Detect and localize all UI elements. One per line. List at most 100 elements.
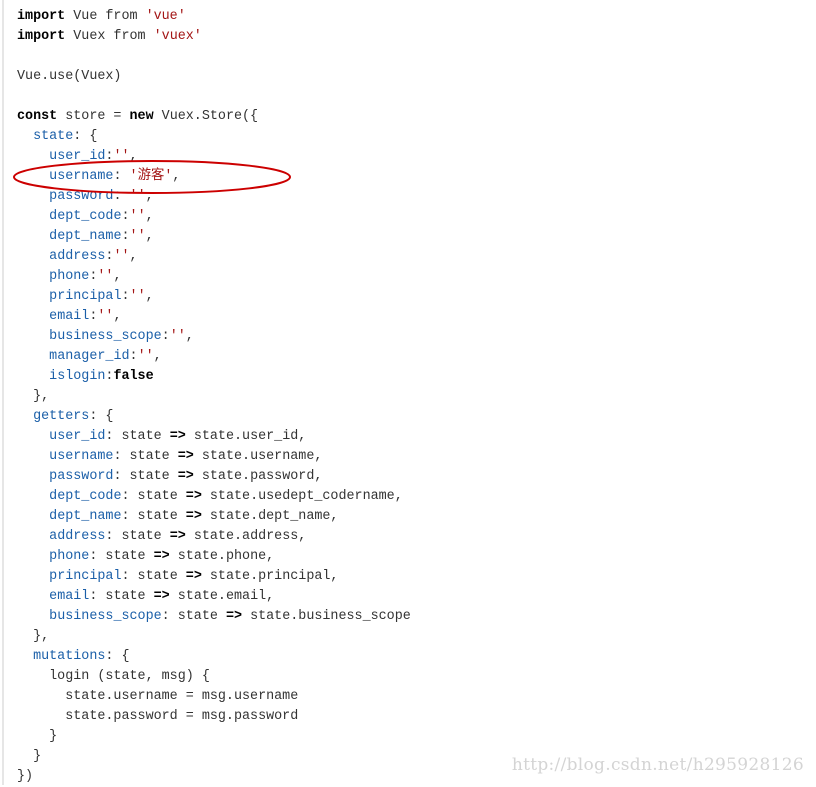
code-line: manager_id:'',: [17, 347, 411, 367]
code-token-plain: : state: [113, 449, 178, 464]
code-token-plain: state.usedept_codername,: [201, 489, 403, 504]
code-token-plain: }: [17, 729, 58, 744]
code-line: username: '游客',: [17, 167, 411, 187]
code-token-plain: ,: [113, 309, 122, 324]
code-token-str: '': [97, 309, 114, 324]
code-token-plain: state.username,: [193, 449, 323, 464]
code-token-plain: Vue from: [65, 9, 146, 24]
code-token-plain: ,: [185, 329, 194, 344]
code-token-plain: :: [113, 169, 130, 184]
code-token-str: '': [169, 329, 186, 344]
code-line: },: [17, 627, 411, 647]
code-token-prop: principal: [49, 569, 122, 584]
code-token-plain: state.address,: [185, 529, 307, 544]
code-token-kw: =>: [169, 529, 186, 544]
code-token-plain: :: [129, 349, 138, 364]
code-token-plain: ,: [129, 249, 138, 264]
code-token-plain: ,: [145, 209, 154, 224]
code-token-plain: : state: [121, 569, 186, 584]
code-line: state.username = msg.username: [17, 687, 411, 707]
code-token-prop: address: [49, 249, 106, 264]
code-token-plain: ,: [153, 349, 162, 364]
code-line: address: state => state.address,: [17, 527, 411, 547]
code-token-kw: false: [113, 369, 154, 384]
code-token-prop: mutations: [33, 649, 106, 664]
code-line: username: state => state.username,: [17, 447, 411, 467]
code-token-kw: import: [17, 9, 66, 24]
code-token-plain: ,: [129, 149, 138, 164]
code-token-prop: business_scope: [49, 329, 162, 344]
code-token-prop: email: [49, 309, 90, 324]
code-token-kw: =>: [185, 509, 202, 524]
code-token-kw: new: [129, 109, 154, 124]
code-token-plain: ,: [172, 169, 181, 184]
code-line: },: [17, 387, 411, 407]
code-token-str: '游客': [129, 169, 173, 184]
code-token-plain: :: [161, 329, 170, 344]
code-token-kw: =>: [185, 489, 202, 504]
code-line: import Vue from 'vue': [17, 7, 411, 27]
code-token-kw: =>: [177, 449, 194, 464]
code-line: import Vuex from 'vuex': [17, 27, 411, 47]
code-token-prop: user_id: [49, 429, 106, 444]
code-token-plain: Vuex from: [65, 29, 154, 44]
code-line: islogin:false: [17, 367, 411, 387]
code-token-prop: username: [49, 169, 114, 184]
code-token-plain: state.username = msg.username: [17, 689, 299, 704]
code-line: password: '',: [17, 187, 411, 207]
code-token-plain: :: [113, 189, 130, 204]
code-line: state.password = msg.password: [17, 707, 411, 727]
code-token-prop: dept_code: [49, 209, 122, 224]
code-token-plain: state.password,: [193, 469, 323, 484]
code-line: const store = new Vuex.Store({: [17, 107, 411, 127]
code-token-plain: : state: [113, 469, 178, 484]
code-token-plain: }): [17, 769, 34, 784]
code-token-plain: Vue.use(Vuex): [17, 69, 122, 84]
code-token-prop: dept_name: [49, 509, 122, 524]
code-line: mutations: {: [17, 647, 411, 667]
code-line: phone:'',: [17, 267, 411, 287]
code-line: }): [17, 767, 411, 787]
code-token-prop: islogin: [49, 369, 106, 384]
code-line: dept_code: state => state.usedept_codern…: [17, 487, 411, 507]
code-token-plain: :: [121, 289, 130, 304]
code-token-plain: state.principal,: [201, 569, 339, 584]
code-token-plain: :: [121, 229, 130, 244]
code-token-prop: principal: [49, 289, 122, 304]
code-token-plain: },: [17, 629, 50, 644]
code-token-plain: : state: [105, 529, 170, 544]
code-token-prop: user_id: [49, 149, 106, 164]
code-token-plain: ,: [145, 289, 154, 304]
code-line: principal:'',: [17, 287, 411, 307]
code-token-prop: phone: [49, 269, 90, 284]
code-line: login (state, msg) {: [17, 667, 411, 687]
code-line: business_scope: state => state.business_…: [17, 607, 411, 627]
code-token-prop: business_scope: [49, 609, 162, 624]
code-line: getters: {: [17, 407, 411, 427]
code-token-str: 'vue': [145, 9, 186, 24]
code-token-plain: : state: [161, 609, 226, 624]
code-token-plain: : state: [105, 429, 170, 444]
code-token-plain: ,: [113, 269, 122, 284]
code-line: dept_code:'',: [17, 207, 411, 227]
code-line: dept_name: state => state.dept_name,: [17, 507, 411, 527]
code-token-plain: state.dept_name,: [201, 509, 339, 524]
code-token-plain: state.password = msg.password: [17, 709, 299, 724]
